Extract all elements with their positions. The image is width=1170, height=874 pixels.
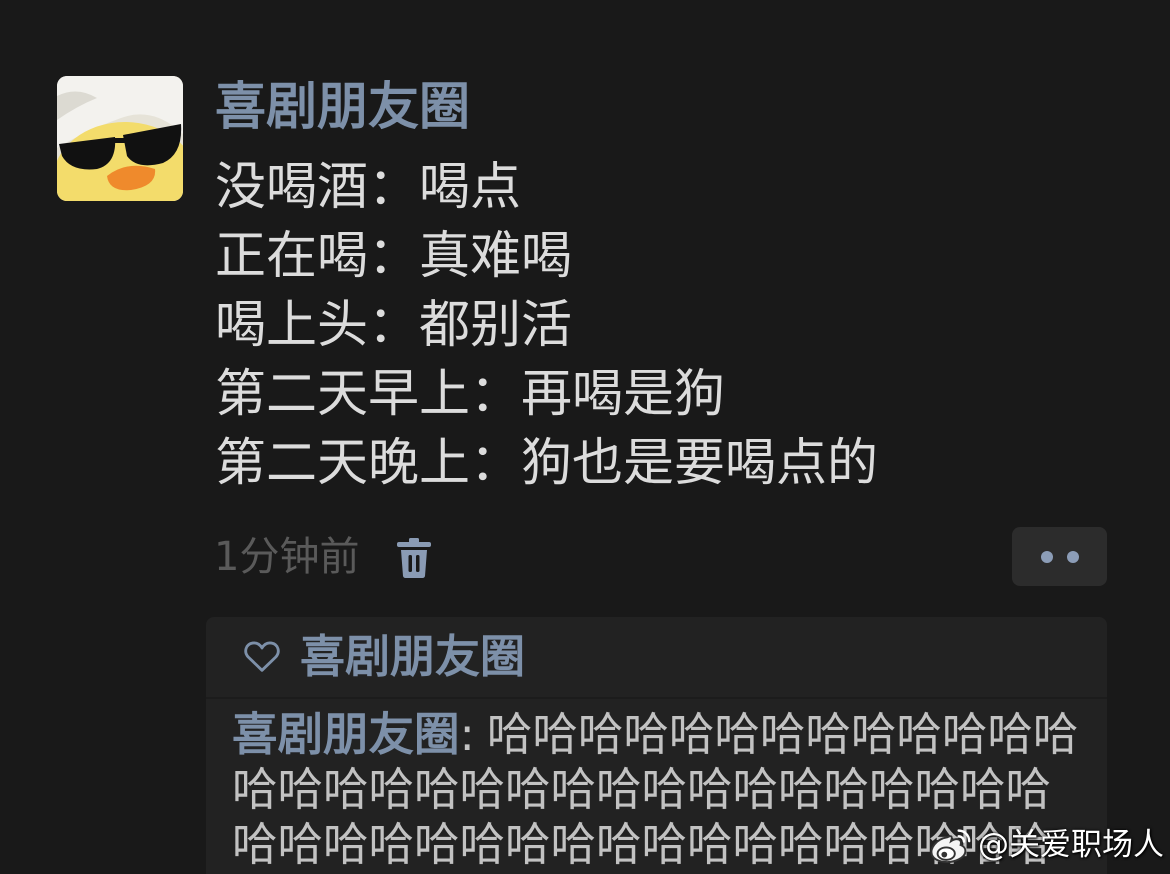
like-user-name[interactable]: 喜剧朋友圈 <box>300 632 525 682</box>
heart-icon <box>243 639 281 675</box>
watermark: @关爱职场人 <box>928 822 1164 868</box>
weibo-logo-icon <box>928 825 974 865</box>
moments-post-screen: 喜剧朋友圈 没喝酒：喝点 正在喝：真难喝 喝上头：都别活 第二天早上：再喝是狗 … <box>0 0 1170 874</box>
post-line: 喝上头：都别活 <box>215 296 573 355</box>
comment-separator: : <box>459 708 475 761</box>
post-content: 没喝酒：喝点 正在喝：真难喝 喝上头：都别活 第二天早上：再喝是狗 第二天晚上：… <box>215 153 878 498</box>
more-dots-icon <box>1041 550 1053 563</box>
more-actions-button[interactable] <box>1012 527 1107 586</box>
more-dots-icon <box>1067 550 1079 563</box>
post-line: 第二天早上：再喝是狗 <box>215 365 726 424</box>
post-line: 正在喝：真难喝 <box>215 227 573 286</box>
duck-with-sunglasses-avatar-icon <box>57 76 183 201</box>
comment-text: 哈哈哈哈哈哈哈哈哈哈哈哈哈 <box>486 708 1079 761</box>
post-timestamp: 1分钟前 <box>214 534 360 580</box>
post-line: 没喝酒：喝点 <box>215 158 522 217</box>
comment-line: 喜剧朋友圈: 哈哈哈哈哈哈哈哈哈哈哈哈哈 <box>232 707 1078 762</box>
delete-post-button[interactable] <box>396 537 432 579</box>
watermark-text: @关爱职场人 <box>978 827 1164 863</box>
comment-author[interactable]: 喜剧朋友圈 <box>232 708 460 761</box>
divider <box>206 697 1107 699</box>
comment-text: 哈哈哈哈哈哈哈哈哈哈哈哈哈哈哈哈哈哈 <box>232 763 1052 816</box>
post-author-name[interactable]: 喜剧朋友圈 <box>215 78 470 138</box>
trash-icon <box>397 538 431 578</box>
post-line: 第二天晚上：狗也是要喝点的 <box>215 434 879 493</box>
avatar[interactable] <box>57 76 183 201</box>
